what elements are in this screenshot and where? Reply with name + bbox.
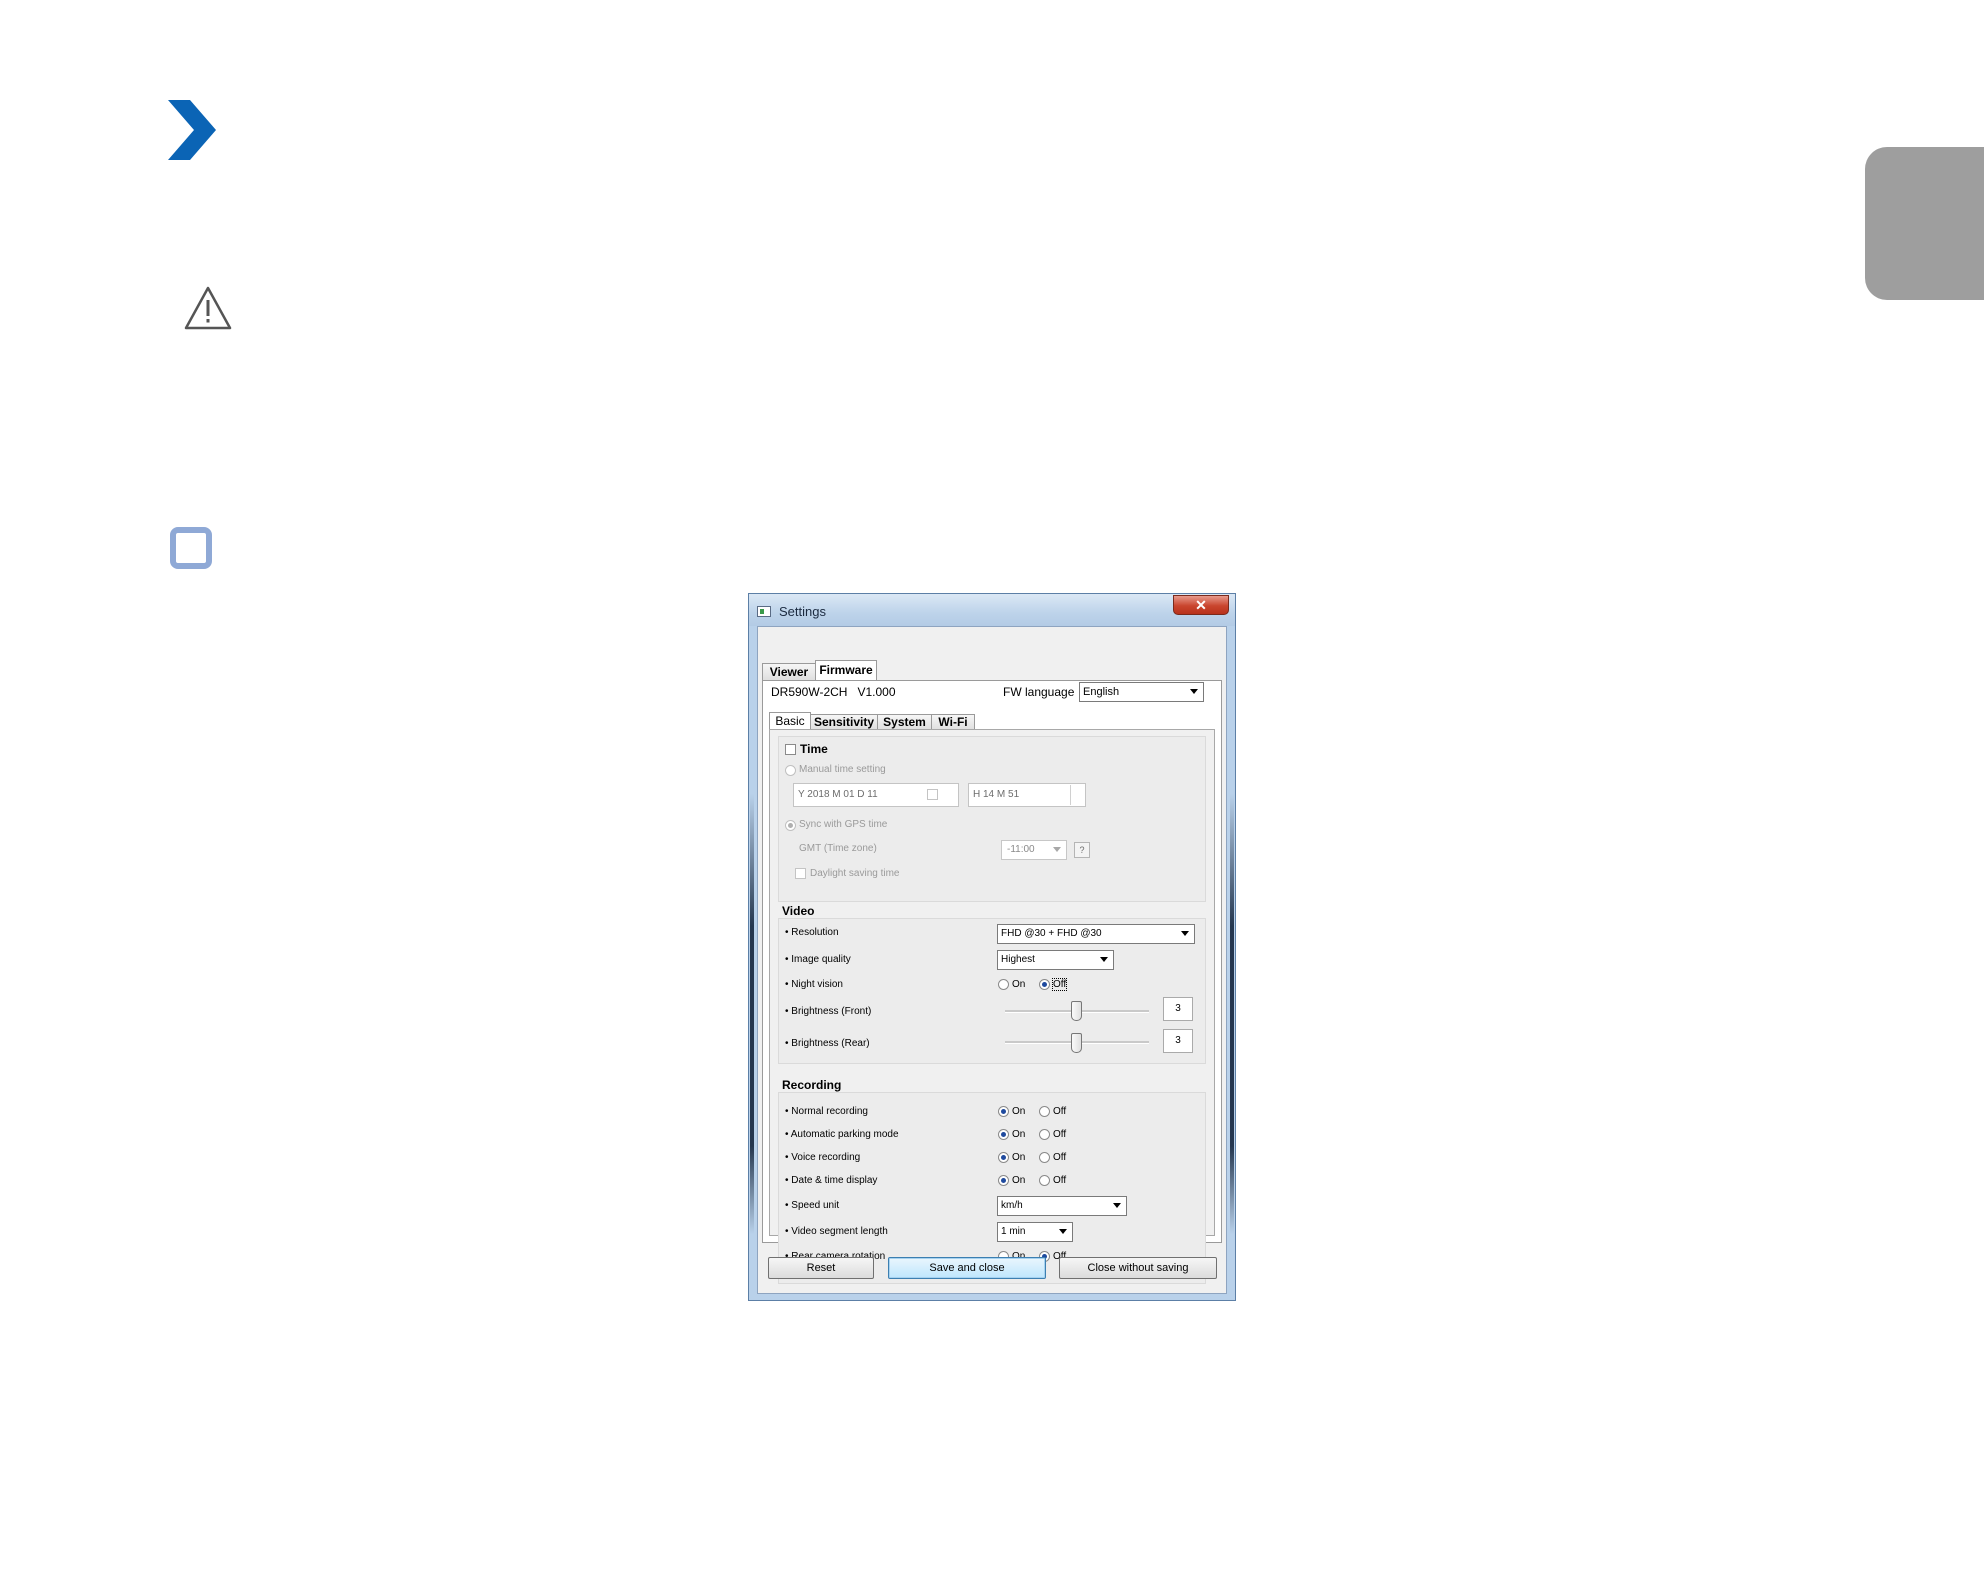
gmt-help-button[interactable]: ? <box>1074 842 1090 858</box>
parking-mode-off-label: Off <box>1053 1129 1067 1140</box>
client-area: Viewer Firmware DR590W-2CH V1.000 FW lan… <box>757 626 1227 1294</box>
datetime-display-label: • Date & time display <box>785 1175 878 1186</box>
normal-recording-off-label: Off <box>1053 1106 1067 1117</box>
datetime-display-on-radio[interactable] <box>998 1175 1009 1186</box>
gps-sync-radio[interactable] <box>785 820 796 831</box>
night-vision-off-label: Off <box>1051 978 1068 991</box>
window-edge-left <box>750 794 754 1234</box>
tab-firmware[interactable]: Firmware <box>815 660 877 681</box>
manual-time-label: Manual time setting <box>799 764 886 775</box>
device-version: V1.000 <box>857 685 896 699</box>
date-picker-toggle[interactable] <box>927 789 938 800</box>
firmware-panel: DR590W-2CH V1.000 FW language English Ba… <box>762 680 1222 1284</box>
voice-recording-off-label: Off <box>1053 1152 1067 1163</box>
window-edge-right <box>1230 794 1234 1234</box>
night-vision-on-label: On <box>1012 979 1026 990</box>
gps-sync-label: Sync with GPS time <box>799 819 888 830</box>
parking-mode-label: • Automatic parking mode <box>785 1129 899 1140</box>
manual-time-radio[interactable] <box>785 765 796 776</box>
save-and-close-button[interactable]: Save and close <box>888 1257 1046 1279</box>
night-vision-on-radio[interactable] <box>998 979 1009 990</box>
parking-mode-on-label: On <box>1012 1129 1026 1140</box>
tab-viewer[interactable]: Viewer <box>762 663 816 681</box>
brightness-rear-label: • Brightness (Rear) <box>785 1038 870 1049</box>
fw-language-label: FW language <box>1003 685 1075 699</box>
time-checkbox[interactable] <box>785 744 796 755</box>
chevron-right-icon <box>168 100 216 160</box>
normal-recording-label: • Normal recording <box>785 1106 868 1117</box>
gmt-label: GMT (Time zone) <box>799 843 877 854</box>
time-spinner[interactable] <box>1070 785 1084 805</box>
voice-recording-label: • Voice recording <box>785 1152 861 1163</box>
speed-unit-select[interactable]: km/h <box>997 1196 1127 1216</box>
side-tab <box>1865 147 1984 300</box>
fw-language-select[interactable]: English <box>1079 682 1204 702</box>
night-vision-off-radio[interactable] <box>1039 979 1050 990</box>
resolution-select[interactable]: FHD @30 + FHD @30 <box>997 924 1195 944</box>
square-outline-icon <box>170 527 212 569</box>
video-title: Video <box>782 904 815 918</box>
speed-unit-label: • Speed unit <box>785 1200 840 1211</box>
datetime-display-off-radio[interactable] <box>1039 1175 1050 1186</box>
gmt-select[interactable]: -11:00 <box>1001 840 1067 860</box>
basic-panel: Time Manual time setting Y 2018 M 01 D 1… <box>769 729 1215 1284</box>
brightness-rear-slider[interactable] <box>1071 1033 1082 1053</box>
time-field[interactable]: H 14 M 51 <box>968 783 1086 807</box>
voice-recording-on-label: On <box>1012 1152 1026 1163</box>
dst-label: Daylight saving time <box>810 868 900 879</box>
brightness-front-value[interactable]: 3 <box>1163 997 1193 1021</box>
parking-mode-off-radio[interactable] <box>1039 1129 1050 1140</box>
voice-recording-off-radio[interactable] <box>1039 1152 1050 1163</box>
settings-window: Settings ✕ Viewer Firmware DR590W-2CH V1… <box>748 593 1236 1301</box>
window-title: Settings <box>779 604 826 619</box>
recording-group: • Normal recording On Off • Automatic pa… <box>778 1092 1206 1284</box>
normal-recording-on-radio[interactable] <box>998 1106 1009 1117</box>
video-group: • Resolution FHD @30 + FHD @30 • Image q… <box>778 918 1206 1064</box>
resolution-label: • Resolution <box>785 927 839 938</box>
brightness-front-label: • Brightness (Front) <box>785 1006 872 1017</box>
title-bar[interactable]: Settings ✕ <box>749 594 1235 626</box>
close-icon[interactable]: ✕ <box>1173 595 1229 615</box>
normal-recording-on-label: On <box>1012 1106 1026 1117</box>
brightness-rear-value[interactable]: 3 <box>1163 1029 1193 1053</box>
brightness-front-slider[interactable] <box>1071 1001 1082 1021</box>
datetime-display-off-label: Off <box>1053 1175 1067 1186</box>
device-info: DR590W-2CH V1.000 <box>771 685 896 699</box>
warning-triangle-icon <box>184 286 232 330</box>
time-group: Time Manual time setting Y 2018 M 01 D 1… <box>778 736 1206 902</box>
recording-title: Recording <box>782 1078 842 1092</box>
dst-checkbox[interactable] <box>795 868 806 879</box>
normal-recording-off-radio[interactable] <box>1039 1106 1050 1117</box>
time-title: Time <box>800 742 828 756</box>
reset-button[interactable]: Reset <box>768 1257 874 1279</box>
parking-mode-on-radio[interactable] <box>998 1129 1009 1140</box>
app-icon <box>757 606 771 617</box>
image-quality-label: • Image quality <box>785 954 851 965</box>
datetime-display-on-label: On <box>1012 1175 1026 1186</box>
night-vision-label: • Night vision <box>785 979 843 990</box>
image-quality-select[interactable]: Highest <box>997 950 1114 970</box>
close-without-saving-button[interactable]: Close without saving <box>1059 1257 1217 1279</box>
voice-recording-on-radio[interactable] <box>998 1152 1009 1163</box>
segment-length-label: • Video segment length <box>785 1226 888 1237</box>
device-model: DR590W-2CH <box>771 685 848 699</box>
segment-length-select[interactable]: 1 min <box>997 1222 1073 1242</box>
